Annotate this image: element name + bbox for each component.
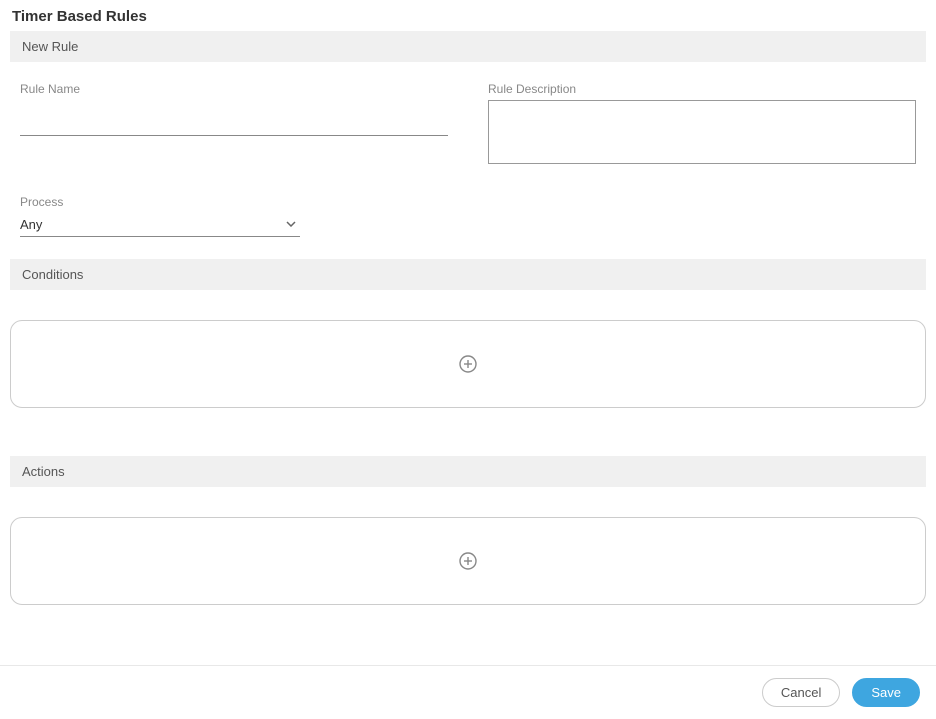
footer: Cancel Save <box>0 665 936 719</box>
add-action-button[interactable] <box>459 552 477 570</box>
cancel-button[interactable]: Cancel <box>762 678 840 707</box>
form-row-top: Rule Name Rule Description <box>8 62 928 167</box>
section-header-new-rule: New Rule <box>10 31 926 62</box>
process-label: Process <box>20 195 300 209</box>
form-row-process: Process Any <box>8 167 928 237</box>
process-selected-value: Any <box>20 217 42 232</box>
col-rule-name: Rule Name <box>20 82 448 167</box>
process-select-wrapper: Process Any <box>20 195 300 237</box>
rule-name-input[interactable] <box>20 112 448 136</box>
save-button[interactable]: Save <box>852 678 920 707</box>
col-rule-description: Rule Description <box>488 82 916 167</box>
chevron-down-icon <box>286 219 296 230</box>
rule-description-label: Rule Description <box>488 82 916 96</box>
add-condition-button[interactable] <box>459 355 477 373</box>
conditions-box <box>10 320 926 408</box>
section-header-actions: Actions <box>10 456 926 487</box>
process-select[interactable]: Any <box>20 213 300 237</box>
rule-name-label: Rule Name <box>20 82 448 96</box>
rule-description-input[interactable] <box>488 100 916 164</box>
page-title: Timer Based Rules <box>0 0 936 31</box>
section-header-conditions: Conditions <box>10 259 926 290</box>
actions-box <box>10 517 926 605</box>
actions-section: Actions <box>0 456 936 605</box>
